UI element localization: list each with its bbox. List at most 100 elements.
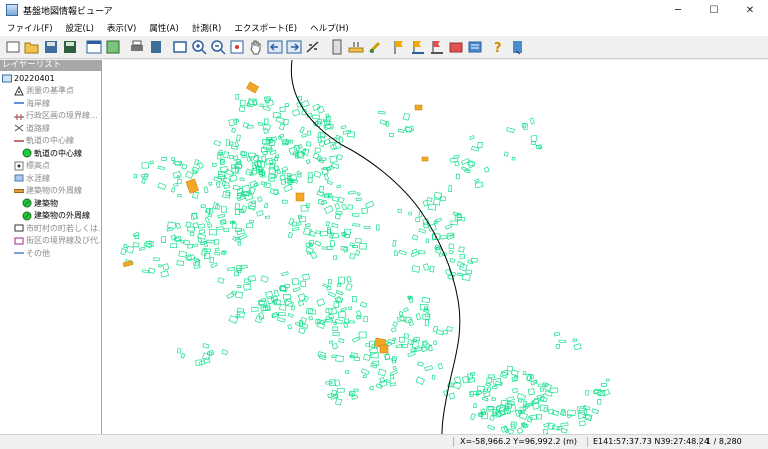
layer-item-railway[interactable]: 軌道の中心線	[0, 147, 101, 160]
layer-item-town-boundary[interactable]: 市町村の町若しくは...	[0, 222, 101, 235]
layer-item-buildings[interactable]: 建築物	[0, 197, 101, 210]
building	[421, 296, 431, 304]
elevation-point-icon	[14, 161, 24, 171]
building	[336, 387, 345, 393]
layer-item-control-point[interactable]: 測量の基準点	[0, 85, 101, 98]
building	[262, 105, 271, 112]
layer-item-waterline[interactable]: 水涯線	[0, 172, 101, 185]
export-button[interactable]	[367, 39, 383, 55]
zoom-in-button[interactable]	[191, 39, 207, 55]
map-button[interactable]	[105, 39, 121, 55]
menu-export[interactable]: エクスポート(E)	[227, 22, 303, 34]
zoom-out-button[interactable]	[210, 39, 226, 55]
save-button[interactable]	[43, 39, 59, 55]
map-canvas[interactable]	[102, 60, 768, 434]
railway-line-icon	[14, 136, 24, 146]
layer-item-building-outline[interactable]: 建築物の外周線	[0, 210, 101, 223]
back-button[interactable]	[267, 39, 283, 55]
building	[320, 199, 328, 206]
minimize-button[interactable]: ─	[660, 0, 696, 20]
pan-button[interactable]	[248, 39, 264, 55]
layer-root-label: 20220401	[14, 73, 55, 83]
save-as-button[interactable]	[62, 39, 78, 55]
building	[531, 141, 536, 145]
zoom-window-button[interactable]	[229, 39, 245, 55]
about-icon	[513, 41, 522, 55]
select-button[interactable]	[172, 39, 188, 55]
maximize-icon: ☐	[709, 4, 719, 16]
building	[573, 343, 582, 351]
help-button[interactable]: ?	[491, 39, 507, 55]
building	[516, 427, 524, 434]
window-button[interactable]	[86, 39, 102, 55]
layer-root[interactable]: 20220401	[0, 72, 101, 85]
layer-item-block-boundary[interactable]: 街区の境界線及び代...	[0, 235, 101, 248]
layer-settings-button[interactable]	[467, 39, 483, 55]
building	[411, 234, 419, 241]
building	[214, 251, 221, 256]
layer-label: その他	[26, 248, 50, 258]
building	[335, 290, 344, 296]
building	[301, 133, 307, 138]
building	[560, 427, 568, 434]
building	[325, 221, 330, 227]
menu-view[interactable]: 表示(V)	[100, 22, 142, 34]
maximize-button[interactable]: ☐	[696, 0, 732, 20]
building	[332, 326, 339, 332]
layer-list-header: レイヤーリスト	[0, 60, 101, 71]
building	[208, 181, 213, 186]
flag-button[interactable]	[391, 39, 407, 55]
building	[204, 216, 211, 224]
menu-help[interactable]: ヘルプ(H)	[303, 22, 355, 34]
building	[297, 300, 305, 307]
measure-button[interactable]	[305, 39, 321, 55]
flag-select-button[interactable]	[410, 39, 426, 55]
layer-item-road-edge[interactable]: 道路縁	[0, 122, 101, 135]
about-button[interactable]	[510, 39, 526, 55]
forward-button[interactable]	[286, 39, 302, 55]
building	[265, 99, 275, 107]
building	[297, 95, 302, 101]
close-button[interactable]: ✕	[732, 0, 768, 20]
building	[600, 382, 607, 388]
layer-item-coastline[interactable]: 海岸線	[0, 97, 101, 110]
menu-measure[interactable]: 計測(R)	[185, 22, 228, 34]
menu-attributes[interactable]: 属性(A)	[142, 22, 184, 34]
building	[260, 305, 268, 312]
layer-item-admin-boundary[interactable]: 行政区画の境界線...	[0, 110, 101, 123]
map-view[interactable]	[102, 60, 768, 434]
building	[363, 225, 371, 229]
print-button[interactable]	[129, 39, 145, 55]
menu-settings[interactable]: 設定(L)	[59, 22, 100, 34]
save-icon	[45, 41, 57, 53]
help-icon: ?	[494, 41, 502, 55]
print-preview-button[interactable]	[148, 39, 164, 55]
layer-item-other[interactable]: その他	[0, 247, 101, 260]
building	[340, 231, 347, 237]
building	[585, 390, 589, 396]
building	[448, 392, 456, 400]
flag-delete-button[interactable]	[429, 39, 445, 55]
building	[223, 151, 230, 159]
open-button[interactable]	[24, 39, 40, 55]
building	[559, 408, 566, 416]
scale-button[interactable]	[329, 39, 345, 55]
building	[326, 245, 333, 250]
layer-color-button[interactable]	[448, 39, 464, 55]
layer-item-building-outline-group[interactable]: 建築物の外周線	[0, 185, 101, 198]
folder-icon	[2, 73, 12, 83]
layer-item-railway-group[interactable]: 軌道の中心線	[0, 135, 101, 148]
menu-file[interactable]: ファイル(F)	[0, 22, 59, 34]
layer-item-elevation[interactable]: 標高点	[0, 160, 101, 173]
new-button[interactable]	[5, 39, 21, 55]
building	[469, 135, 475, 140]
building	[411, 265, 421, 273]
ruler-button[interactable]	[348, 39, 364, 55]
building	[438, 253, 444, 257]
building	[257, 196, 263, 203]
building	[393, 250, 399, 257]
building	[157, 165, 166, 171]
building	[429, 265, 435, 273]
building	[284, 103, 289, 107]
menu-bar: ファイル(F) 設定(L) 表示(V) 属性(A) 計測(R) エクスポート(E…	[0, 20, 768, 36]
